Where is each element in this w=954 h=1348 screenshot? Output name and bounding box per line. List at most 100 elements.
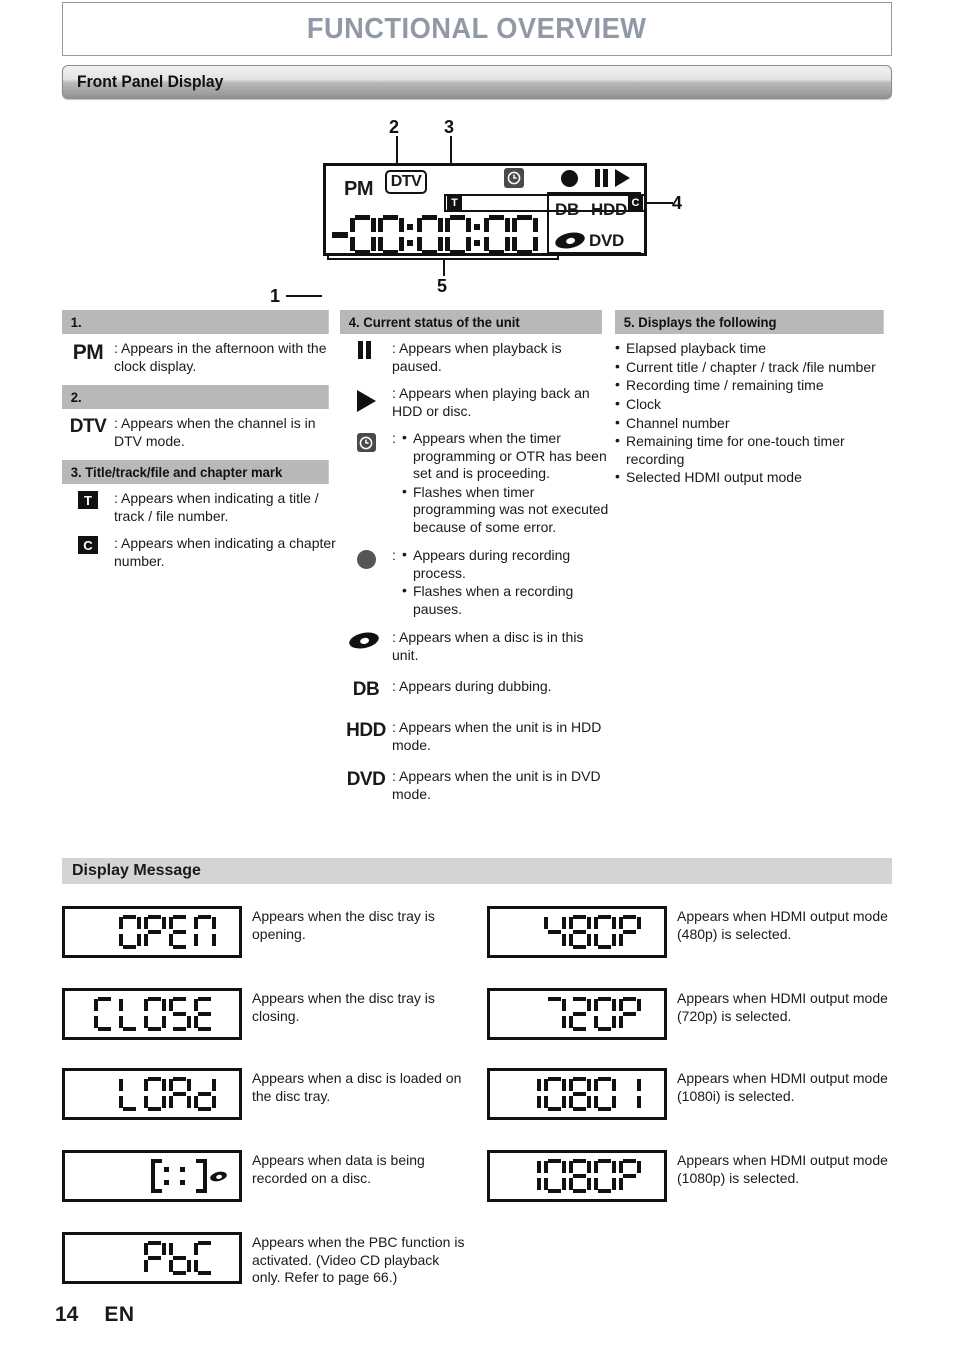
lcd-text-recording <box>151 1159 228 1193</box>
lcd-digit <box>619 1077 641 1111</box>
lcd-dtv-indicator: DTV <box>385 170 427 194</box>
display-message-item-open: Appears when the disc tray is opening. <box>62 906 467 958</box>
callout-number-1: 1 <box>270 286 281 306</box>
caption: Appears when the disc tray is closing. <box>252 990 435 1024</box>
play-icon <box>356 390 376 412</box>
play-icon <box>615 169 630 187</box>
lcd-text-pbc <box>144 1241 219 1275</box>
display-message-item-close: Appears when the disc tray is closing. <box>62 988 467 1040</box>
col3-list: Elapsed playback time Current title / ch… <box>615 339 892 487</box>
list-item: Selected HDMI output mode <box>615 468 892 487</box>
entry-title-mark: T : Appears when indicating a title / tr… <box>62 490 337 525</box>
list-item: Appears during recording process. <box>402 546 610 582</box>
lcd-digit <box>119 997 141 1031</box>
chapter-mark-icon: C <box>78 536 98 554</box>
list-item: Elapsed playback time <box>615 339 892 358</box>
colon-separator <box>163 1159 171 1193</box>
dtv-glyph: DTV <box>69 416 107 437</box>
timer-clock-icon <box>504 168 524 188</box>
lcd-preview <box>487 988 667 1040</box>
lcd-digit <box>519 1077 541 1111</box>
lcd-mode-row-bottom: DVD <box>549 225 641 256</box>
lcd-digit <box>194 1241 216 1275</box>
page-footer: 14 EN <box>55 1303 135 1327</box>
col1-heading-3: 3. Title/track/file and chapter mark <box>62 460 329 484</box>
lcd-digit <box>594 997 616 1031</box>
lcd-digit <box>544 997 566 1031</box>
lcd-preview <box>62 1232 242 1284</box>
lcd-text-480p <box>544 915 644 949</box>
caption: Appears when the PBC function is activat… <box>252 1234 465 1285</box>
lcd-digit <box>519 1159 541 1193</box>
lcd-digit <box>194 915 216 949</box>
entry-db: DB : Appears during dubbing. <box>340 678 610 701</box>
col2-heading: 4. Current status of the unit <box>340 310 602 334</box>
callout-number-4: 4 <box>672 193 683 213</box>
lcd-text-720p <box>544 997 644 1031</box>
display-message-item-1080p: Appears when HDMI output mode (1080p) is… <box>487 1150 892 1202</box>
col1-heading-2: 2. <box>62 385 329 409</box>
section-header-display-message: Display Message <box>62 858 892 884</box>
display-message-item-720p: Appears when HDMI output mode (720p) is … <box>487 988 892 1040</box>
timer-clock-icon <box>356 433 376 452</box>
colon-separator <box>406 215 415 255</box>
lcd-digit <box>144 1241 166 1275</box>
lcd-digit <box>144 997 166 1031</box>
display-message-item-pbc: Appears when the PBC function is activat… <box>62 1232 467 1287</box>
lcd-digit <box>169 997 191 1031</box>
digit <box>484 215 510 255</box>
minus-segment <box>332 232 348 238</box>
callout-number-5: 5 <box>437 276 448 296</box>
lcd-panel: PM DTV T C DB HDD DVD <box>323 163 647 256</box>
lcd-digit <box>119 1077 141 1111</box>
page-title: FUNCTIONAL OVERVIEW <box>307 12 647 45</box>
list-item: Channel number <box>615 414 892 433</box>
lcd-digit <box>544 915 566 949</box>
list-item: Current title / chapter / track /file nu… <box>615 358 892 377</box>
dvd-indicator: DVD <box>589 230 624 250</box>
caption: Appears when the disc tray is opening. <box>252 908 435 942</box>
entry-pause-description: : Appears when playback is paused. <box>392 340 562 374</box>
col1-heading-1: 1. <box>62 310 329 334</box>
digit <box>350 215 376 255</box>
section-header-front-panel-display: Front Panel Display <box>62 65 892 99</box>
lcd-digit <box>619 1159 641 1193</box>
digit <box>378 215 404 255</box>
colon-lead: : <box>392 430 396 446</box>
db-glyph: DB <box>352 679 380 700</box>
lcd-pm-indicator: PM <box>344 178 374 200</box>
front-panel-display-diagram: 1 2 3 4 5 PM DTV T C DB HDD DVD <box>0 108 954 306</box>
lcd-digit <box>144 915 166 949</box>
page-number: 14 <box>55 1303 79 1326</box>
lcd-digit <box>594 1159 616 1193</box>
display-message-item-480p: Appears when HDMI output mode (480p) is … <box>487 906 892 958</box>
entry-record: : Appears during recording process. Flas… <box>340 546 610 619</box>
colon-separator <box>473 215 482 255</box>
dvd-glyph: DVD <box>346 769 386 790</box>
pm-glyph: PM <box>72 341 104 364</box>
section-header-label: Front Panel Display <box>77 72 224 91</box>
lcd-mode-row-top: DB HDD <box>549 194 641 225</box>
caption: Appears when data is being recorded on a… <box>252 1152 425 1186</box>
entry-chapter-mark: C : Appears when indicating a chapter nu… <box>62 535 337 570</box>
lcd-digit <box>194 997 216 1031</box>
entry-pause: : Appears when playback is paused. <box>340 340 610 375</box>
disc-icon <box>553 230 587 251</box>
disc-icon <box>209 1169 228 1183</box>
entry-play-description: : Appears when playing back an HDD or di… <box>392 385 590 419</box>
lcd-preview <box>487 906 667 958</box>
entry-chapter-mark-description: : Appears when indicating a chapter numb… <box>114 535 336 569</box>
list-item: Clock <box>615 395 892 414</box>
column-3: 5. Displays the following Elapsed playba… <box>615 310 892 488</box>
pause-icon <box>358 341 374 359</box>
db-indicator: DB <box>555 199 579 219</box>
lcd-text-close <box>94 997 219 1031</box>
lcd-text-open <box>119 915 219 949</box>
display-message-item-recording: Appears when data is being recorded on a… <box>62 1150 467 1202</box>
record-dot-icon <box>561 170 578 187</box>
entry-dvd: DVD : Appears when the unit is in DVD mo… <box>340 768 610 803</box>
pause-icon <box>595 169 611 187</box>
callout-number-2: 2 <box>389 117 400 137</box>
digit <box>417 215 443 255</box>
leader-line-1 <box>286 295 322 297</box>
